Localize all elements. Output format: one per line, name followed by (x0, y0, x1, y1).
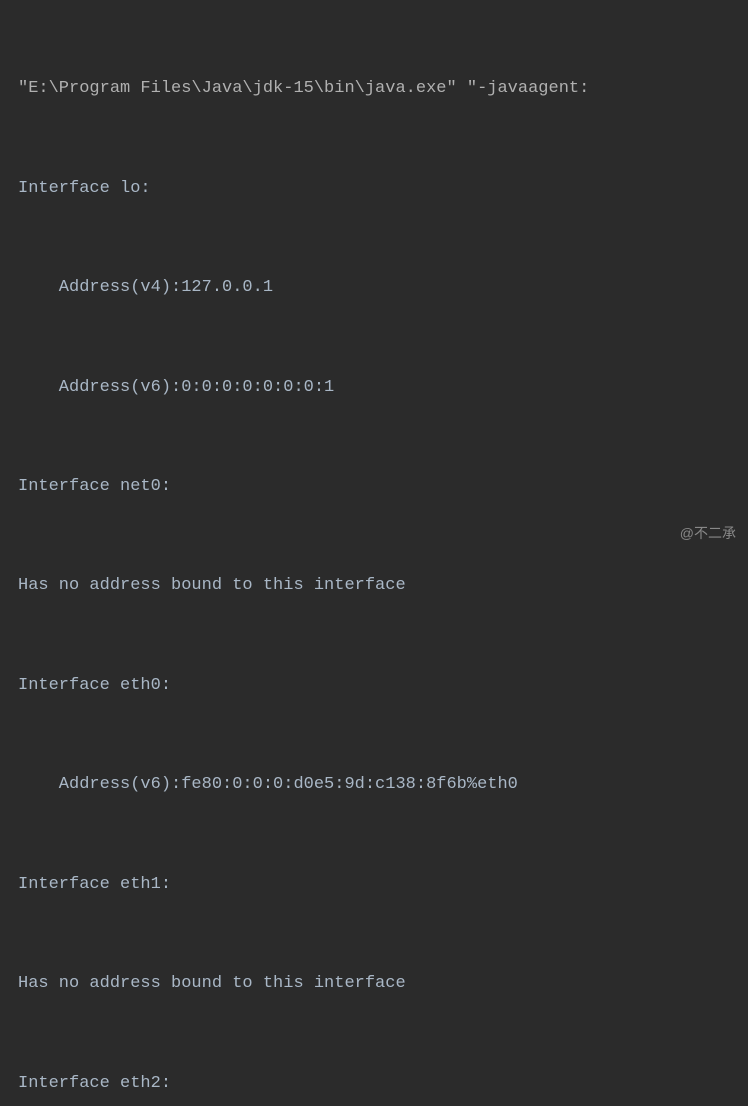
output-line: Interface net0: (18, 470, 748, 503)
output-line: Interface lo: (18, 172, 748, 205)
watermark: @不二承 (680, 523, 736, 543)
output-line: Address(v6):0:0:0:0:0:0:0:1 (18, 371, 748, 404)
output-line: Address(v6):fe80:0:0:0:d0e5:9d:c138:8f6b… (18, 768, 748, 801)
output-line: Interface eth2: (18, 1067, 748, 1100)
output-line: Address(v4):127.0.0.1 (18, 271, 748, 304)
output-line: Interface eth1: (18, 868, 748, 901)
output-line: Has no address bound to this interface (18, 967, 748, 1000)
command-line: "E:\Program Files\Java\jdk-15\bin\java.e… (18, 72, 748, 105)
output-line: Has no address bound to this interface (18, 569, 748, 602)
console-output: "E:\Program Files\Java\jdk-15\bin\java.e… (0, 0, 748, 1106)
output-line: Interface eth0: (18, 669, 748, 702)
